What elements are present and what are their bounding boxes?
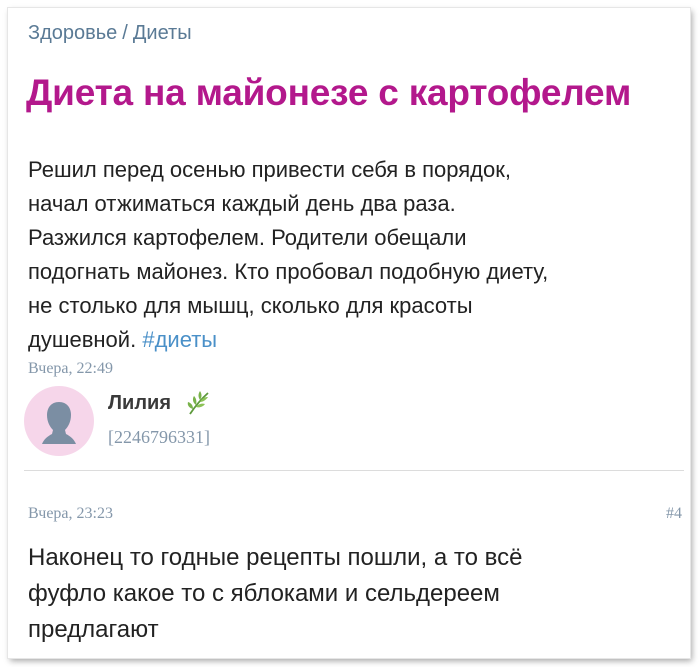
breadcrumb-separator: / [122, 22, 128, 44]
author-name[interactable]: Лилия [108, 392, 171, 415]
post-body-last-line: душевной. #диеты [28, 323, 678, 357]
reply-body: Наконец то годные рецепты пошли, а то вс… [28, 540, 678, 648]
post-timestamp: Вчера, 22:49 [28, 360, 113, 377]
post-card: Здоровье / Диеты Диета на майонезе с карто… [8, 8, 690, 658]
breadcrumb: Здоровье / Диеты [28, 22, 192, 45]
post-title: Диета на майонезе с картофелем [26, 72, 632, 113]
divider [24, 470, 684, 471]
post-body-line: начал отжиматься каждый день два раза. [28, 191, 456, 216]
post-body-line: душевной. [28, 327, 137, 352]
reply-body-line: фуфло какое то с яблоками и сельдереем [28, 580, 500, 607]
reply-number-link[interactable]: #4 [666, 505, 682, 523]
reply-body-line: предлагают [28, 616, 159, 643]
reply-body-line: Наконец то годные рецепты пошли, а то вс… [28, 544, 523, 571]
post-body: Решил перед осенью привести себя в поряд… [28, 153, 678, 357]
user-silhouette-icon [42, 402, 76, 444]
post-body-line: Решил перед осенью привести себя в поряд… [28, 157, 511, 182]
post-body-line: подогнать майонез. Кто пробовал подобную… [28, 259, 549, 284]
avatar[interactable] [24, 386, 94, 456]
post-body-line: Разжился картофелем. Родители обещали [28, 225, 467, 250]
post-body-line: не столько для мышц, сколько для красоты [28, 293, 473, 318]
hashtag-link[interactable]: #диеты [142, 327, 217, 352]
leaf-icon [184, 388, 214, 418]
reply-timestamp: Вчера, 23:23 [28, 505, 113, 522]
breadcrumb-link-diets[interactable]: Диеты [133, 22, 192, 44]
author-id: [2246796331] [108, 427, 210, 447]
breadcrumb-link-health[interactable]: Здоровье [28, 22, 117, 44]
